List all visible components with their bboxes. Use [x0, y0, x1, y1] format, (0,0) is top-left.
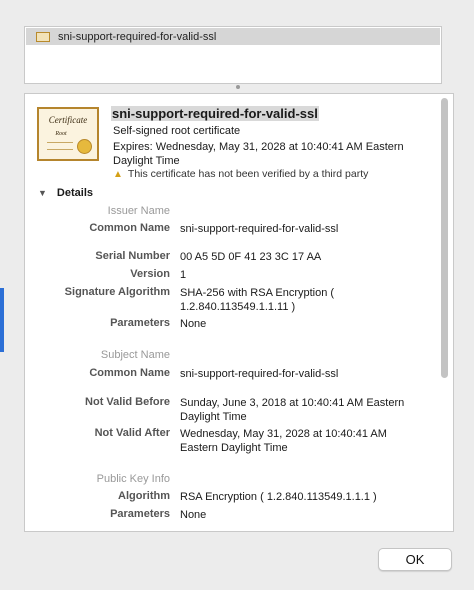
certificate-seal-icon	[77, 139, 92, 154]
algorithm-label: Algorithm	[118, 490, 170, 502]
public-key-info-header: Public Key Info	[96, 473, 170, 485]
version-value: 1	[180, 269, 187, 281]
signature-algorithm-row: Signature Algorithm SHA-256 with RSA Enc…	[24, 286, 452, 313]
not-valid-after-row: Not Valid After Wednesday, May 31, 2028 …	[24, 427, 452, 454]
public-key-parameters-label: Parameters	[110, 508, 170, 520]
certificate-list-item-label: sni-support-required-for-valid-ssl	[58, 30, 217, 43]
issuer-common-name-label: Common Name	[89, 222, 170, 234]
disclosure-triangle-icon[interactable]: ▼	[38, 188, 47, 198]
certificate-icon-subtitle: Root	[55, 131, 67, 137]
public-key-parameters-row: Parameters None	[24, 508, 452, 522]
ok-button[interactable]: OK	[378, 548, 452, 571]
algorithm-row: Algorithm RSA Encryption ( 1.2.840.11354…	[24, 490, 452, 504]
not-valid-before-value: Sunday, June 3, 2018 at 10:40:41 AM East…	[180, 397, 405, 423]
subject-common-name-label: Common Name	[89, 367, 170, 379]
issuer-name-header: Issuer Name	[107, 205, 170, 217]
certificate-list-item[interactable]: sni-support-required-for-valid-ssl	[26, 28, 440, 45]
certificate-expiry: Expires: Wednesday, May 31, 2028 at 10:4…	[113, 141, 404, 167]
certificate-type: Self-signed root certificate	[113, 125, 241, 137]
subject-common-name-row: Common Name sni-support-required-for-val…	[24, 367, 452, 381]
detail-scrollbar[interactable]	[441, 98, 448, 378]
algorithm-value: RSA Encryption ( 1.2.840.113549.1.1.1 )	[180, 491, 377, 503]
warning-icon: ▲	[113, 169, 123, 180]
certificate-trust-warning: ▲ This certificate has not been verified …	[113, 168, 368, 180]
serial-number-row: Serial Number 00 A5 5D 0F 41 23 3C 17 AA	[24, 250, 452, 264]
details-disclosure[interactable]: ▼ Details	[38, 187, 93, 199]
subject-name-section: Subject Name	[24, 349, 452, 363]
certificate-large-icon: Certificate Root	[37, 107, 99, 161]
certificate-icon-title: Certificate	[48, 115, 88, 125]
version-label: Version	[130, 268, 170, 280]
public-key-info-section: Public Key Info	[24, 473, 452, 487]
not-valid-after-label: Not Valid After	[94, 427, 170, 439]
issuer-common-name-value: sni-support-required-for-valid-ssl	[180, 223, 339, 235]
not-valid-after-value: Wednesday, May 31, 2028 at 10:40:41 AM E…	[180, 428, 387, 454]
details-label: Details	[56, 187, 93, 199]
parameters-label: Parameters	[110, 317, 170, 329]
serial-number-value: 00 A5 5D 0F 41 23 3C 17 AA	[180, 251, 322, 263]
warning-text: This certificate has not been verified b…	[127, 168, 369, 180]
not-valid-before-label: Not Valid Before	[85, 396, 170, 408]
public-key-parameters-value: None	[180, 509, 207, 521]
signature-algorithm-value: SHA-256 with RSA Encryption ( 1.2.840.11…	[180, 287, 335, 313]
not-valid-before-row: Not Valid Before Sunday, June 3, 2018 at…	[24, 396, 452, 423]
certificate-name: sni-support-required-for-valid-ssl	[111, 106, 319, 121]
parameters-row: Parameters None	[24, 317, 452, 331]
subject-common-name-value: sni-support-required-for-valid-ssl	[180, 368, 339, 380]
parameters-value: None	[180, 318, 207, 330]
certificate-icon	[36, 31, 50, 42]
certificate-icon-lines	[47, 142, 73, 150]
signature-algorithm-label: Signature Algorithm	[64, 286, 170, 298]
issuer-name-section: Issuer Name	[24, 205, 452, 219]
version-row: Version 1	[24, 268, 452, 282]
issuer-common-name-row: Common Name sni-support-required-for-val…	[24, 222, 452, 236]
split-view-divider-handle[interactable]	[236, 85, 240, 89]
certificate-list[interactable]: sni-support-required-for-valid-ssl	[24, 26, 442, 84]
subject-name-header: Subject Name	[100, 349, 170, 361]
background-window-edge	[0, 288, 4, 352]
serial-number-label: Serial Number	[95, 250, 170, 262]
